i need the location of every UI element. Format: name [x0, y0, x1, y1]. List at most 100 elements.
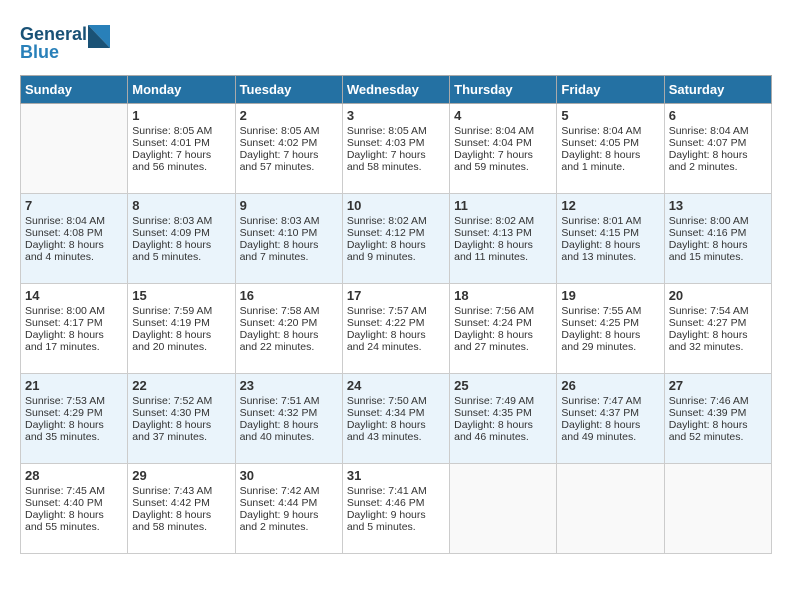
- cell-info-line: Daylight: 8 hours: [669, 239, 767, 251]
- cell-info-line: Daylight: 8 hours: [347, 419, 445, 431]
- cell-info-line: Sunrise: 8:03 AM: [240, 215, 338, 227]
- calendar-header-sunday: Sunday: [21, 76, 128, 104]
- cell-info-line: and 59 minutes.: [454, 161, 552, 173]
- cell-info-line: Daylight: 8 hours: [25, 329, 123, 341]
- calendar-week-row: 1Sunrise: 8:05 AMSunset: 4:01 PMDaylight…: [21, 104, 772, 194]
- cell-info-line: Sunrise: 7:49 AM: [454, 395, 552, 407]
- cell-info-line: Sunrise: 7:59 AM: [132, 305, 230, 317]
- day-number: 5: [561, 108, 659, 123]
- cell-info-line: Sunrise: 8:05 AM: [240, 125, 338, 137]
- calendar-cell: 11Sunrise: 8:02 AMSunset: 4:13 PMDayligh…: [450, 194, 557, 284]
- day-number: 12: [561, 198, 659, 213]
- cell-info-line: Daylight: 8 hours: [132, 329, 230, 341]
- calendar-header-saturday: Saturday: [664, 76, 771, 104]
- calendar-header-tuesday: Tuesday: [235, 76, 342, 104]
- cell-info-line: Daylight: 8 hours: [669, 329, 767, 341]
- svg-text:Blue: Blue: [20, 42, 59, 62]
- cell-info-line: Sunset: 4:20 PM: [240, 317, 338, 329]
- calendar-cell: 3Sunrise: 8:05 AMSunset: 4:03 PMDaylight…: [342, 104, 449, 194]
- cell-info-line: Sunrise: 8:01 AM: [561, 215, 659, 227]
- day-number: 7: [25, 198, 123, 213]
- cell-info-line: and 7 minutes.: [240, 251, 338, 263]
- cell-info-line: and 43 minutes.: [347, 431, 445, 443]
- cell-info-line: Daylight: 8 hours: [669, 419, 767, 431]
- cell-info-line: Sunset: 4:30 PM: [132, 407, 230, 419]
- cell-info-line: Daylight: 8 hours: [25, 509, 123, 521]
- day-number: 26: [561, 378, 659, 393]
- day-number: 25: [454, 378, 552, 393]
- cell-info-line: Sunset: 4:01 PM: [132, 137, 230, 149]
- cell-info-line: and 15 minutes.: [669, 251, 767, 263]
- cell-info-line: Sunrise: 7:58 AM: [240, 305, 338, 317]
- calendar-cell: 9Sunrise: 8:03 AMSunset: 4:10 PMDaylight…: [235, 194, 342, 284]
- cell-info-line: and 29 minutes.: [561, 341, 659, 353]
- cell-info-line: Sunrise: 7:50 AM: [347, 395, 445, 407]
- logo-svg: General Blue: [20, 20, 110, 65]
- day-number: 11: [454, 198, 552, 213]
- cell-info-line: Sunset: 4:27 PM: [669, 317, 767, 329]
- cell-info-line: and 17 minutes.: [25, 341, 123, 353]
- cell-info-line: Daylight: 8 hours: [561, 419, 659, 431]
- day-number: 6: [669, 108, 767, 123]
- cell-info-line: Sunset: 4:02 PM: [240, 137, 338, 149]
- cell-info-line: Sunrise: 7:47 AM: [561, 395, 659, 407]
- cell-info-line: Daylight: 7 hours: [240, 149, 338, 161]
- cell-info-line: and 2 minutes.: [669, 161, 767, 173]
- day-number: 8: [132, 198, 230, 213]
- day-number: 4: [454, 108, 552, 123]
- cell-info-line: Sunset: 4:07 PM: [669, 137, 767, 149]
- cell-info-line: and 27 minutes.: [454, 341, 552, 353]
- cell-info-line: Sunset: 4:40 PM: [25, 497, 123, 509]
- cell-info-line: and 24 minutes.: [347, 341, 445, 353]
- cell-info-line: Sunrise: 7:45 AM: [25, 485, 123, 497]
- day-number: 24: [347, 378, 445, 393]
- calendar-cell: 25Sunrise: 7:49 AMSunset: 4:35 PMDayligh…: [450, 374, 557, 464]
- day-number: 19: [561, 288, 659, 303]
- cell-info-line: Daylight: 8 hours: [454, 239, 552, 251]
- cell-info-line: and 58 minutes.: [347, 161, 445, 173]
- calendar-cell: 29Sunrise: 7:43 AMSunset: 4:42 PMDayligh…: [128, 464, 235, 554]
- cell-info-line: Sunset: 4:37 PM: [561, 407, 659, 419]
- cell-info-line: Daylight: 8 hours: [347, 329, 445, 341]
- calendar-table: SundayMondayTuesdayWednesdayThursdayFrid…: [20, 75, 772, 554]
- day-number: 21: [25, 378, 123, 393]
- cell-info-line: Daylight: 8 hours: [240, 419, 338, 431]
- cell-info-line: and 40 minutes.: [240, 431, 338, 443]
- calendar-cell: 13Sunrise: 8:00 AMSunset: 4:16 PMDayligh…: [664, 194, 771, 284]
- calendar-cell: [450, 464, 557, 554]
- cell-info-line: Sunset: 4:17 PM: [25, 317, 123, 329]
- day-number: 30: [240, 468, 338, 483]
- cell-info-line: and 49 minutes.: [561, 431, 659, 443]
- cell-info-line: Daylight: 8 hours: [132, 509, 230, 521]
- calendar-header-monday: Monday: [128, 76, 235, 104]
- calendar-header-row: SundayMondayTuesdayWednesdayThursdayFrid…: [21, 76, 772, 104]
- cell-info-line: Sunset: 4:39 PM: [669, 407, 767, 419]
- cell-info-line: and 52 minutes.: [669, 431, 767, 443]
- cell-info-line: Daylight: 8 hours: [561, 149, 659, 161]
- cell-info-line: and 37 minutes.: [132, 431, 230, 443]
- day-number: 3: [347, 108, 445, 123]
- cell-info-line: Sunset: 4:03 PM: [347, 137, 445, 149]
- calendar-cell: 5Sunrise: 8:04 AMSunset: 4:05 PMDaylight…: [557, 104, 664, 194]
- calendar-cell: 10Sunrise: 8:02 AMSunset: 4:12 PMDayligh…: [342, 194, 449, 284]
- calendar-header-thursday: Thursday: [450, 76, 557, 104]
- day-number: 23: [240, 378, 338, 393]
- cell-info-line: Sunset: 4:16 PM: [669, 227, 767, 239]
- cell-info-line: Daylight: 8 hours: [669, 149, 767, 161]
- day-number: 16: [240, 288, 338, 303]
- cell-info-line: and 9 minutes.: [347, 251, 445, 263]
- calendar-cell: [557, 464, 664, 554]
- cell-info-line: Daylight: 8 hours: [561, 239, 659, 251]
- cell-info-line: Sunrise: 8:02 AM: [347, 215, 445, 227]
- cell-info-line: Sunrise: 8:00 AM: [669, 215, 767, 227]
- calendar-week-row: 21Sunrise: 7:53 AMSunset: 4:29 PMDayligh…: [21, 374, 772, 464]
- cell-info-line: Sunrise: 7:52 AM: [132, 395, 230, 407]
- calendar-cell: 8Sunrise: 8:03 AMSunset: 4:09 PMDaylight…: [128, 194, 235, 284]
- cell-info-line: Sunset: 4:15 PM: [561, 227, 659, 239]
- cell-info-line: Sunset: 4:42 PM: [132, 497, 230, 509]
- cell-info-line: and 11 minutes.: [454, 251, 552, 263]
- cell-info-line: Daylight: 8 hours: [240, 329, 338, 341]
- day-number: 10: [347, 198, 445, 213]
- day-number: 15: [132, 288, 230, 303]
- calendar-header-wednesday: Wednesday: [342, 76, 449, 104]
